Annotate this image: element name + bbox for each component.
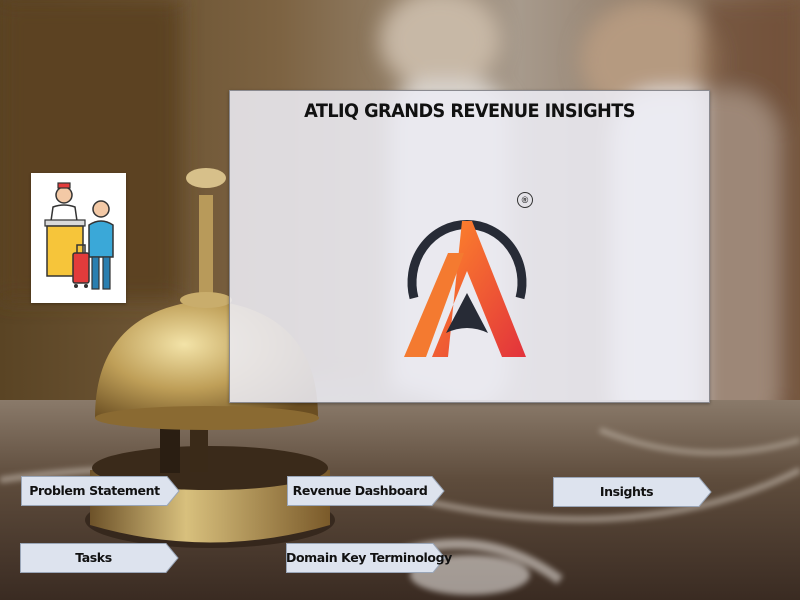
registered-mark: ® [517,192,533,208]
insights-label: Insights [599,484,654,499]
hotel-reception-icon [31,173,126,303]
problem-statement-label: Problem Statement [29,483,160,498]
atliq-logo-icon [404,220,527,357]
page-title: ATLIQ GRANDS REVENUE INSIGHTS [304,100,635,122]
domain-key-terminology-button[interactable]: Domain Key Terminology [286,543,452,573]
revenue-dashboard-label: Revenue Dashboard [292,483,428,498]
domain-key-terminology-label: Domain Key Terminology [286,550,452,565]
tasks-label: Tasks [75,550,112,565]
problem-statement-button[interactable]: Problem Statement [21,476,180,506]
insights-button[interactable]: Insights [553,477,712,507]
title-panel: ATLIQ GRANDS REVENUE INSIGHTS ® [229,90,710,403]
revenue-dashboard-button[interactable]: Revenue Dashboard [287,476,445,506]
tasks-button[interactable]: Tasks [20,543,179,573]
